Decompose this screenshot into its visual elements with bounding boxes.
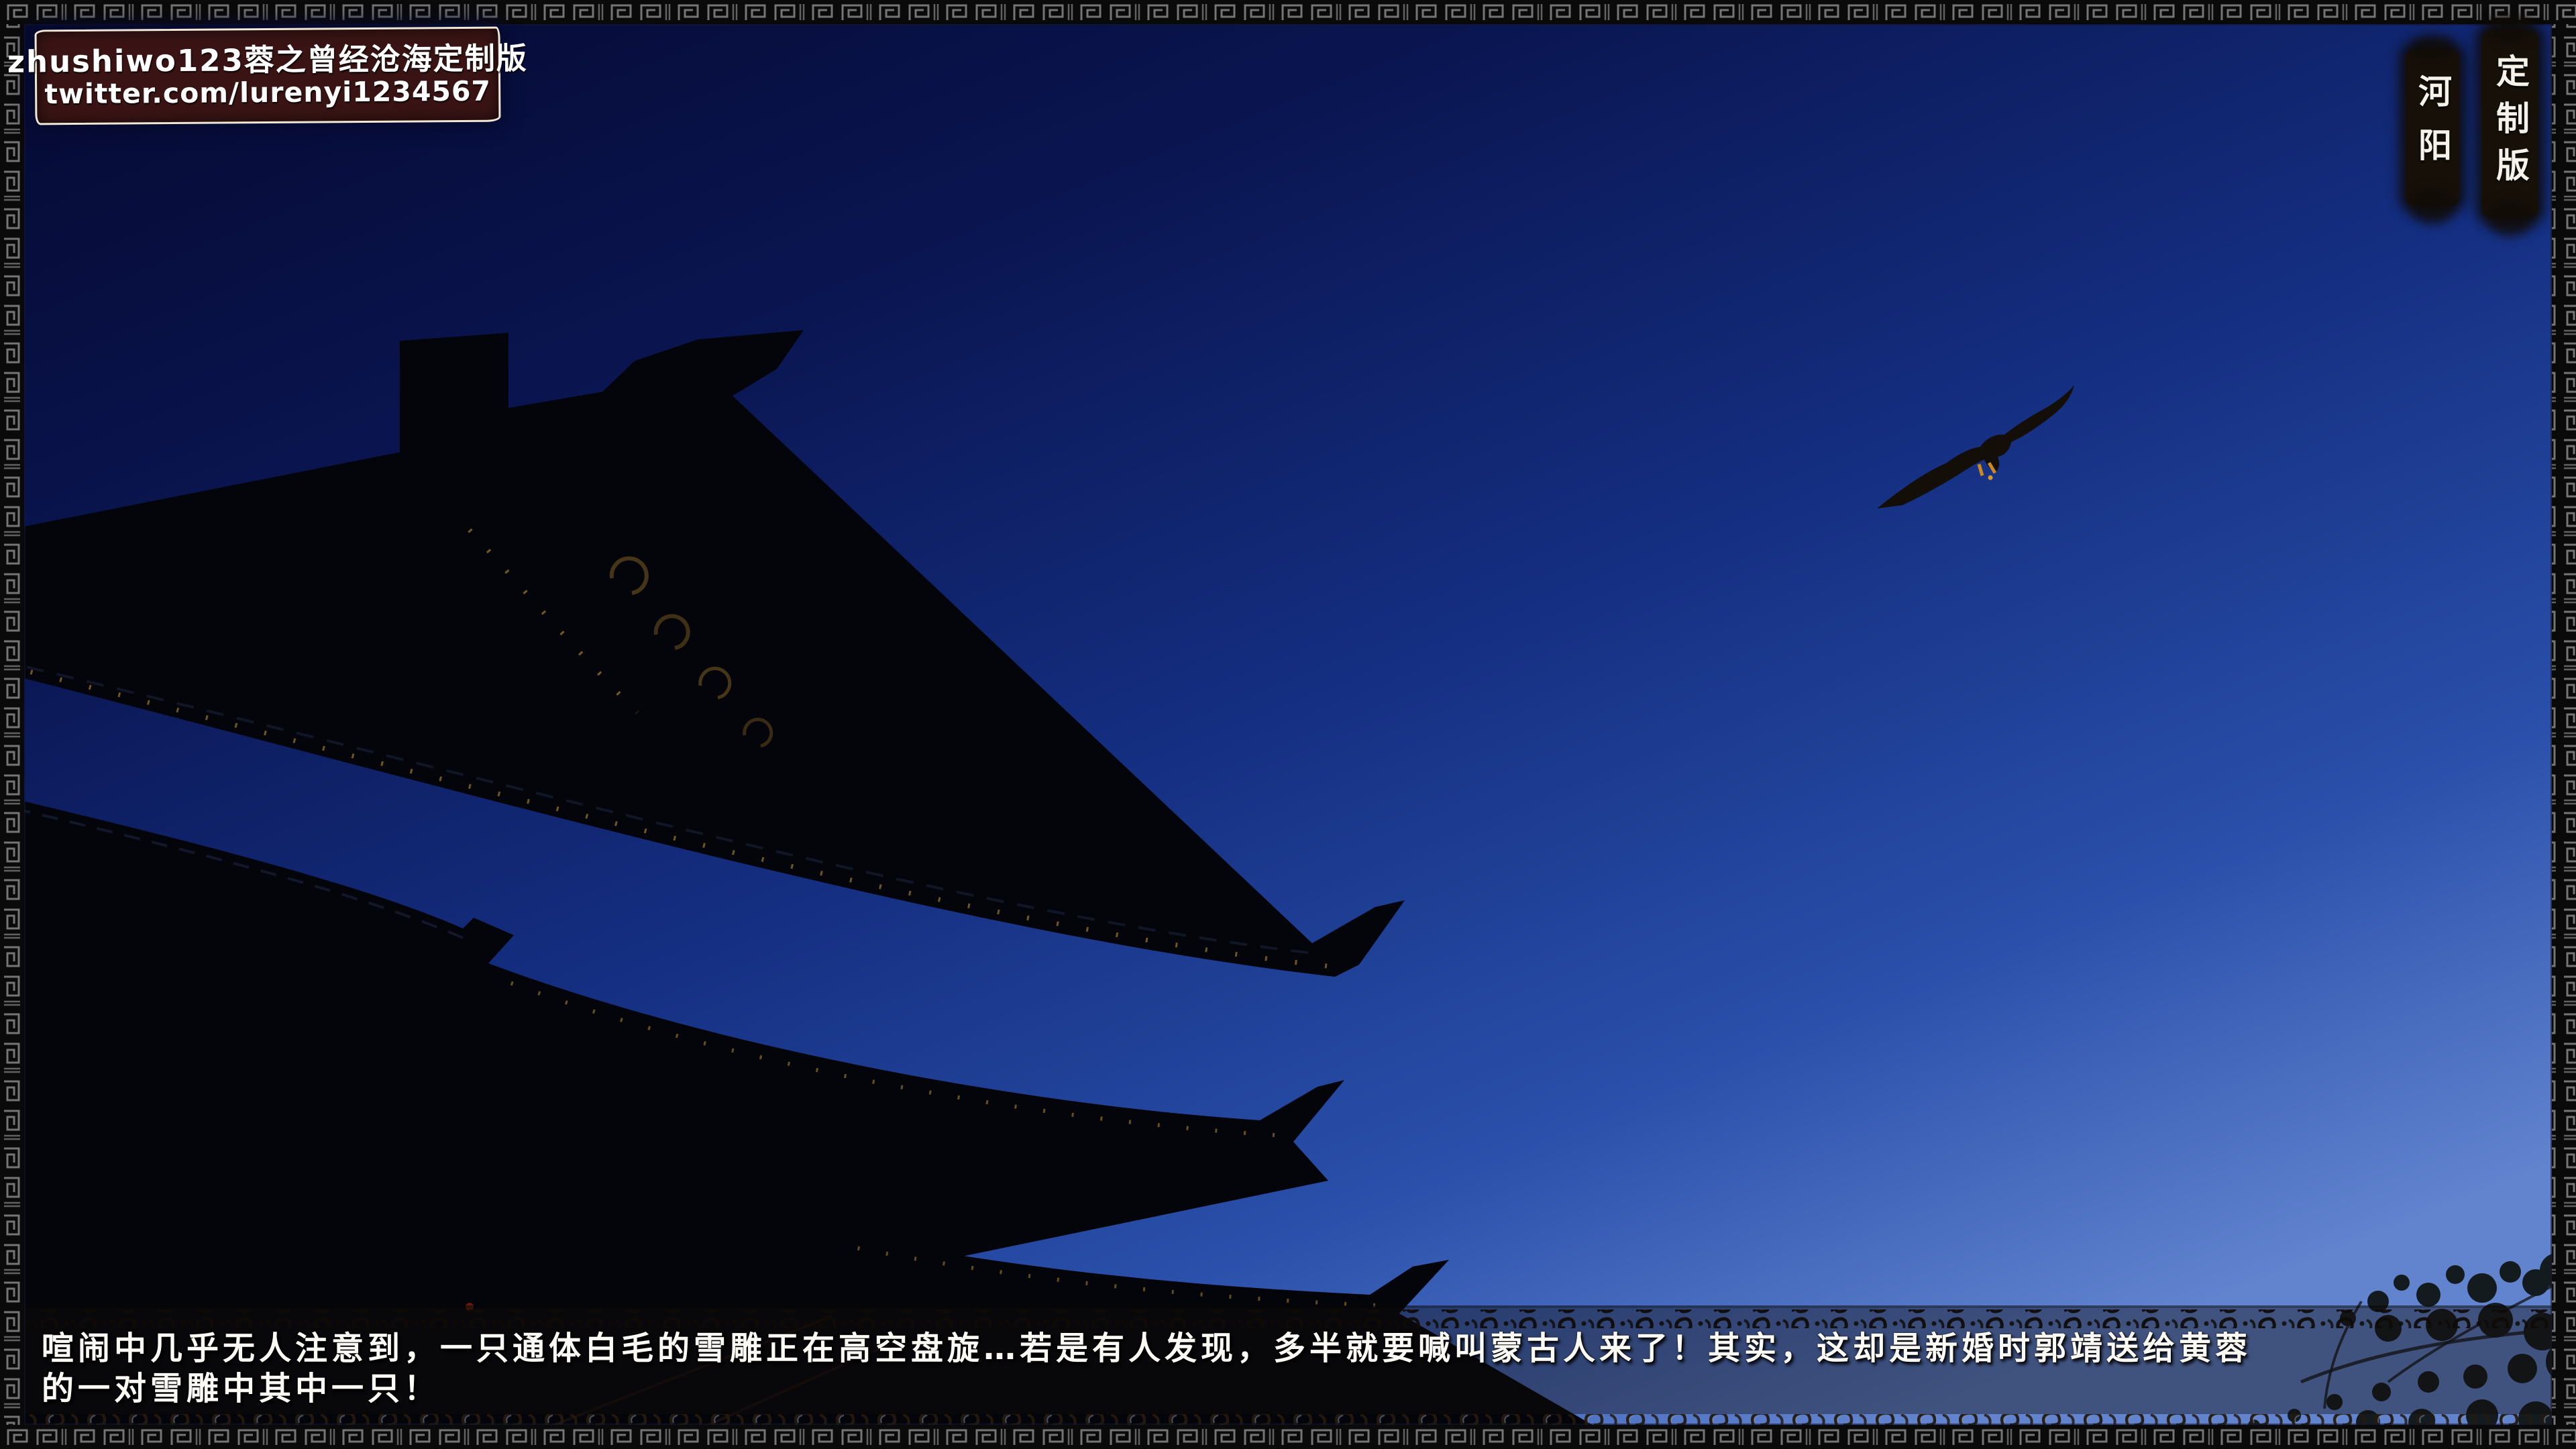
watermark-twitter-handle: twitter.com/lurenyi1234567 <box>44 76 491 110</box>
border-bottom <box>0 1425 2576 1449</box>
subtitle-band-hairline <box>0 1305 2576 1308</box>
stamp-custom-edition: 定制版 <box>2482 31 2538 217</box>
subtitle-text: 喧闹中几乎无人注意到，一只通体白毛的雪雕正在高空盘旋…若是有人发现，多半就要喊叫… <box>42 1328 2275 1409</box>
border-right <box>2552 24 2576 1425</box>
stamp-heyang: 河阳 <box>2406 50 2459 205</box>
subtitle-band-top-trim <box>0 1309 2576 1328</box>
scene-canvas <box>0 0 2576 1449</box>
border-top <box>0 0 2576 24</box>
eagle-talon-tip <box>1988 476 1993 480</box>
game-screen[interactable]: zhushiwo123蓉之曾经沧海定制版 twitter.com/lurenyi… <box>0 0 2576 1449</box>
border-left <box>0 24 24 1425</box>
watermark-plaque: zhushiwo123蓉之曾经沧海定制版 twitter.com/lurenyi… <box>35 27 501 125</box>
watermark-title: zhushiwo123蓉之曾经沧海定制版 <box>7 42 528 78</box>
